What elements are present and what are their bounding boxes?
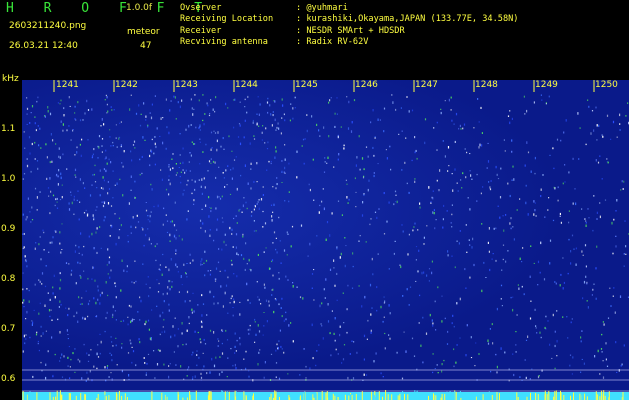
y-tick-label: 0.7: [1, 324, 16, 334]
station-label: Receiving Location: [180, 14, 274, 25]
x-tick-label: 1249: [535, 80, 558, 90]
x-tick-label: 1243: [175, 80, 198, 90]
waterfall-noise: [22, 80, 629, 400]
version: 1.0.0f: [126, 3, 153, 13]
y-tick-label: 1.0: [1, 174, 16, 184]
y-tick-label: 0.6: [1, 374, 16, 384]
station-row-antenna: Recviving antenna : Radix RV-62V: [180, 37, 518, 48]
y-axis-labels: 1.1 1.0 0.9 0.8 0.7 0.6: [0, 0, 22, 400]
y-tick-label: 0.8: [1, 274, 16, 284]
x-tick-label: 1246: [355, 80, 378, 90]
header: H R O F F T 1.0.0f 2603211240.png 26.03.…: [0, 0, 629, 80]
station-value: : kurashiki,Okayama,JAPAN (133.77E, 34.5…: [296, 14, 519, 25]
station-label: Receiver: [180, 25, 222, 36]
x-tick-label: 1245: [295, 80, 318, 90]
station-label: Recviving antenna: [180, 36, 268, 47]
station-value: : NESDR SMArt + HDSDR: [296, 25, 405, 36]
x-tick-label: 1250: [595, 80, 618, 90]
y-tick-label: 1.1: [1, 124, 16, 134]
x-tick-label: 1244: [235, 80, 258, 90]
detection-label: meteor: [127, 27, 160, 37]
x-tick-label: 1241: [56, 80, 79, 90]
station-value: : @yuhmari: [296, 3, 348, 13]
y-tick-label: 0.9: [1, 224, 16, 234]
station-row-receiver: Receiver : NESDR SMArt + HDSDR: [180, 26, 518, 37]
x-axis-labels: 1241 1242 1243 1244 1245 1246 1247 1248 …: [22, 80, 629, 92]
x-tick-label: 1242: [115, 80, 138, 90]
station-label: Ovserver: [180, 3, 222, 13]
x-tick-label: 1247: [415, 80, 438, 90]
x-tick-label: 1248: [475, 80, 498, 90]
station-value: : Radix RV-62V: [296, 36, 369, 47]
detection-count: 47: [140, 41, 152, 51]
station-row-observer: Ovserver : @yuhmari: [180, 3, 518, 14]
station-info: Ovserver : @yuhmari Receiving Location :…: [180, 3, 518, 48]
station-row-location: Receiving Location : kurashiki,Okayama,J…: [180, 14, 518, 25]
